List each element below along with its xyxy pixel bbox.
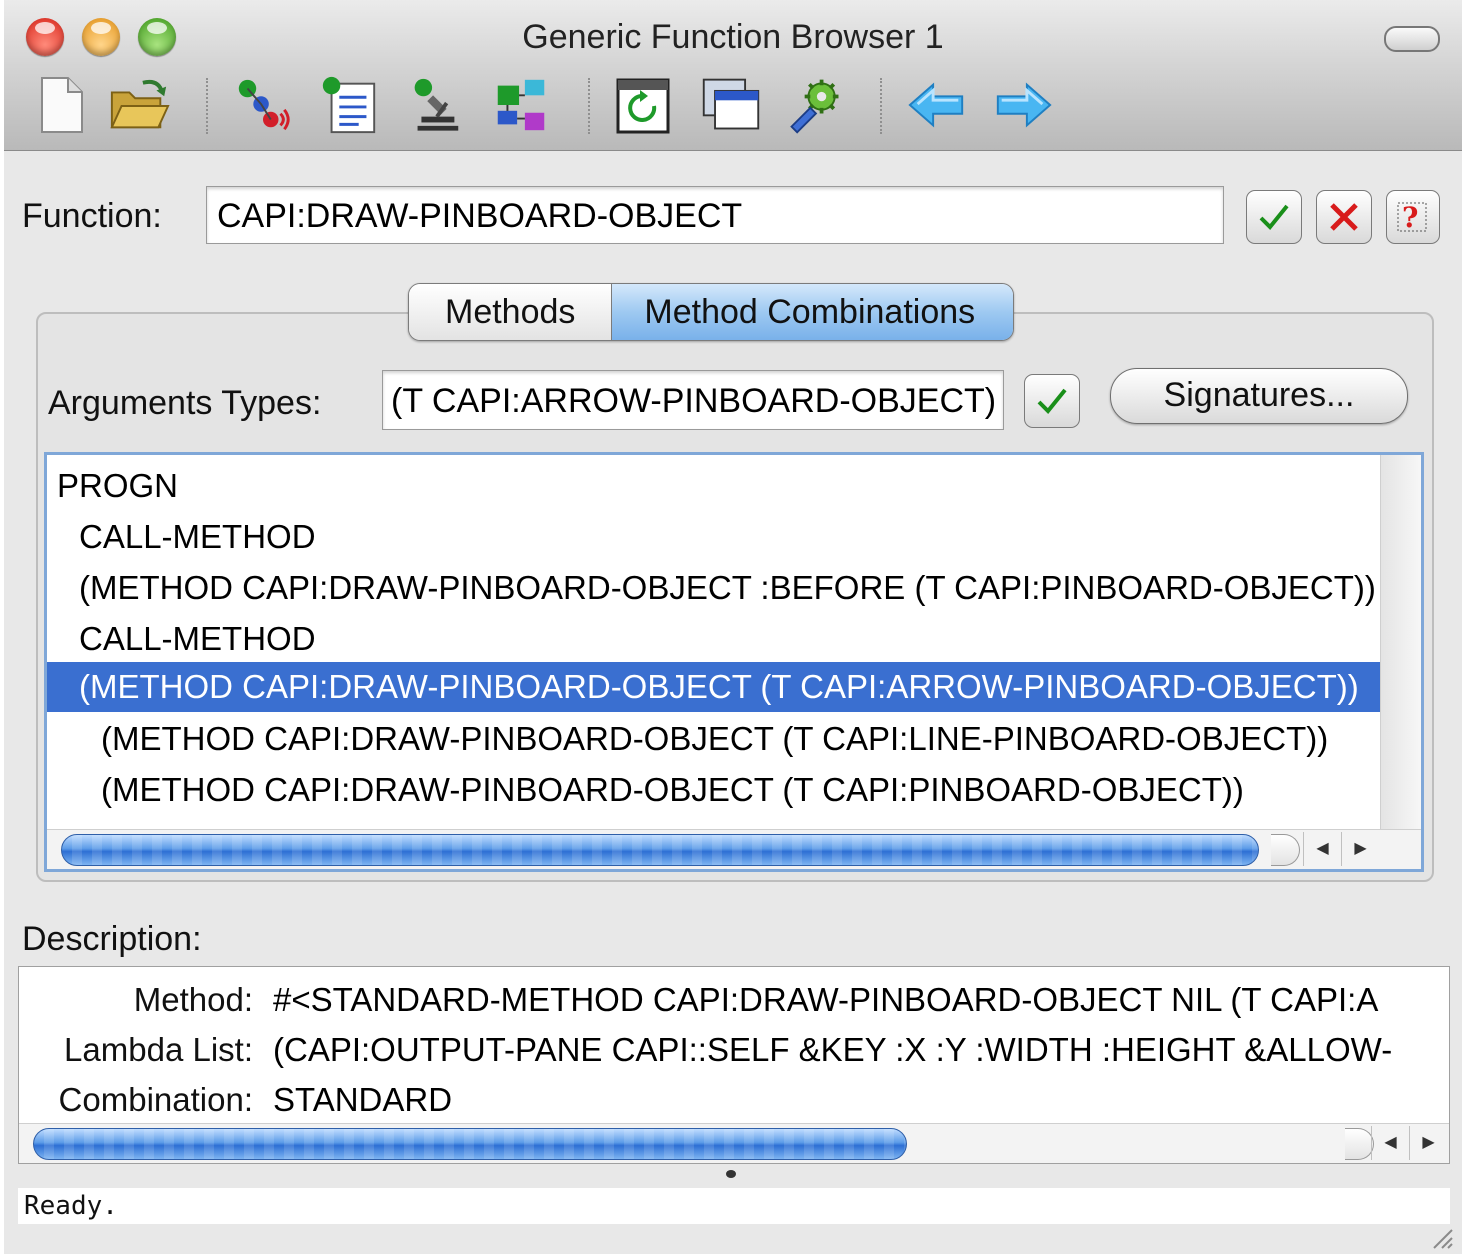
scroll-left-arrow-icon[interactable]: ◀ bbox=[1303, 832, 1341, 866]
generic-function-browser-window: Generic Function Browser 1 Function: CAP… bbox=[4, 0, 1462, 1254]
resize-grip-icon[interactable] bbox=[1428, 1224, 1454, 1250]
arguments-types-label: Arguments Types: bbox=[48, 384, 322, 422]
function-label: Function: bbox=[22, 197, 162, 235]
forward-arrow-icon[interactable] bbox=[992, 72, 1054, 138]
method-value: #<STANDARD-METHOD CAPI:DRAW-PINBOARD-OBJ… bbox=[273, 981, 1379, 1018]
scroll-left-arrow-icon[interactable]: ◀ bbox=[1371, 1126, 1409, 1160]
scrollbar-thumb[interactable] bbox=[33, 1128, 907, 1160]
tree-row[interactable]: CALL-METHOD bbox=[47, 614, 1413, 664]
checkmark-icon bbox=[1037, 388, 1067, 414]
tab-method-combinations[interactable]: Method Combinations bbox=[611, 284, 1014, 340]
scroll-right-arrow-icon[interactable]: ▶ bbox=[1341, 832, 1379, 866]
window-title: Generic Function Browser 1 bbox=[522, 18, 944, 56]
back-arrow-icon[interactable] bbox=[906, 72, 968, 138]
signatures-button[interactable]: Signatures... bbox=[1110, 368, 1408, 424]
confirm-function-button[interactable] bbox=[1246, 190, 1302, 244]
tree-row[interactable]: CALL-METHOD bbox=[47, 512, 1413, 562]
class-browser-icon[interactable] bbox=[232, 72, 294, 138]
method-label: Method: bbox=[133, 981, 253, 1018]
new-window-icon[interactable] bbox=[700, 72, 762, 138]
tree-row-selected[interactable]: (METHOD CAPI:DRAW-PINBOARD-OBJECT (T CAP… bbox=[47, 662, 1413, 712]
lambda-list-value: (CAPI:OUTPUT-PANE CAPI::SELF &KEY :X :Y … bbox=[273, 1031, 1393, 1068]
description-horizontal-scrollbar[interactable]: ◀ ▶ bbox=[19, 1123, 1449, 1163]
horizontal-scrollbar[interactable]: ◀ ▶ bbox=[47, 829, 1421, 869]
description-label: Description: bbox=[22, 920, 202, 958]
splitter-handle[interactable] bbox=[726, 1170, 736, 1178]
vertical-scrollbar[interactable] bbox=[1380, 455, 1421, 829]
scroll-right-arrow-icon[interactable]: ▶ bbox=[1409, 1126, 1447, 1160]
description-pane: Method: #<STANDARD-METHOD CAPI:DRAW-PINB… bbox=[18, 966, 1450, 1164]
title-bar: Generic Function Browser 1 bbox=[4, 0, 1462, 151]
refresh-icon[interactable] bbox=[612, 72, 674, 138]
tree-row[interactable]: (METHOD CAPI:DRAW-PINBOARD-OBJECT :BEFOR… bbox=[47, 563, 1413, 613]
tree-row[interactable]: PROGN bbox=[47, 461, 1391, 511]
question-mark-icon: ? bbox=[1397, 201, 1427, 234]
help-button[interactable]: ? bbox=[1386, 190, 1440, 244]
inspector-icon[interactable] bbox=[404, 72, 466, 138]
close-icon bbox=[1330, 203, 1358, 231]
confirm-arguments-button[interactable] bbox=[1024, 374, 1080, 428]
open-folder-icon[interactable] bbox=[108, 72, 170, 138]
checkmark-icon bbox=[1259, 204, 1289, 230]
preferences-icon[interactable] bbox=[784, 72, 846, 138]
toolbar-toggle-button[interactable] bbox=[1384, 26, 1440, 52]
svg-text:?: ? bbox=[1402, 201, 1418, 234]
function-input[interactable]: CAPI:DRAW-PINBOARD-OBJECT bbox=[206, 186, 1224, 244]
status-bar: Ready. bbox=[18, 1188, 1450, 1224]
new-document-icon[interactable] bbox=[30, 72, 92, 138]
method-combination-tree[interactable]: PROGN CALL-METHOD (METHOD CAPI:DRAW-PINB… bbox=[44, 452, 1424, 872]
object-clipboard-icon[interactable] bbox=[490, 72, 552, 138]
lambda-list-label: Lambda List: bbox=[64, 1031, 253, 1068]
listener-icon[interactable] bbox=[318, 72, 380, 138]
arguments-types-input[interactable]: (T CAPI:ARROW-PINBOARD-OBJECT) bbox=[382, 370, 1004, 430]
cancel-function-button[interactable] bbox=[1316, 190, 1372, 244]
combination-value: STANDARD bbox=[273, 1081, 453, 1118]
combination-label: Combination: bbox=[58, 1081, 253, 1118]
tree-row[interactable]: (METHOD CAPI:DRAW-PINBOARD-OBJECT (T CAP… bbox=[47, 714, 1421, 764]
tab-bar: Methods Method Combinations bbox=[408, 283, 1015, 341]
tree-row[interactable]: (METHOD CAPI:DRAW-PINBOARD-OBJECT (T CAP… bbox=[47, 765, 1421, 815]
tab-methods[interactable]: Methods bbox=[409, 284, 612, 340]
scrollbar-thumb[interactable] bbox=[61, 834, 1259, 866]
